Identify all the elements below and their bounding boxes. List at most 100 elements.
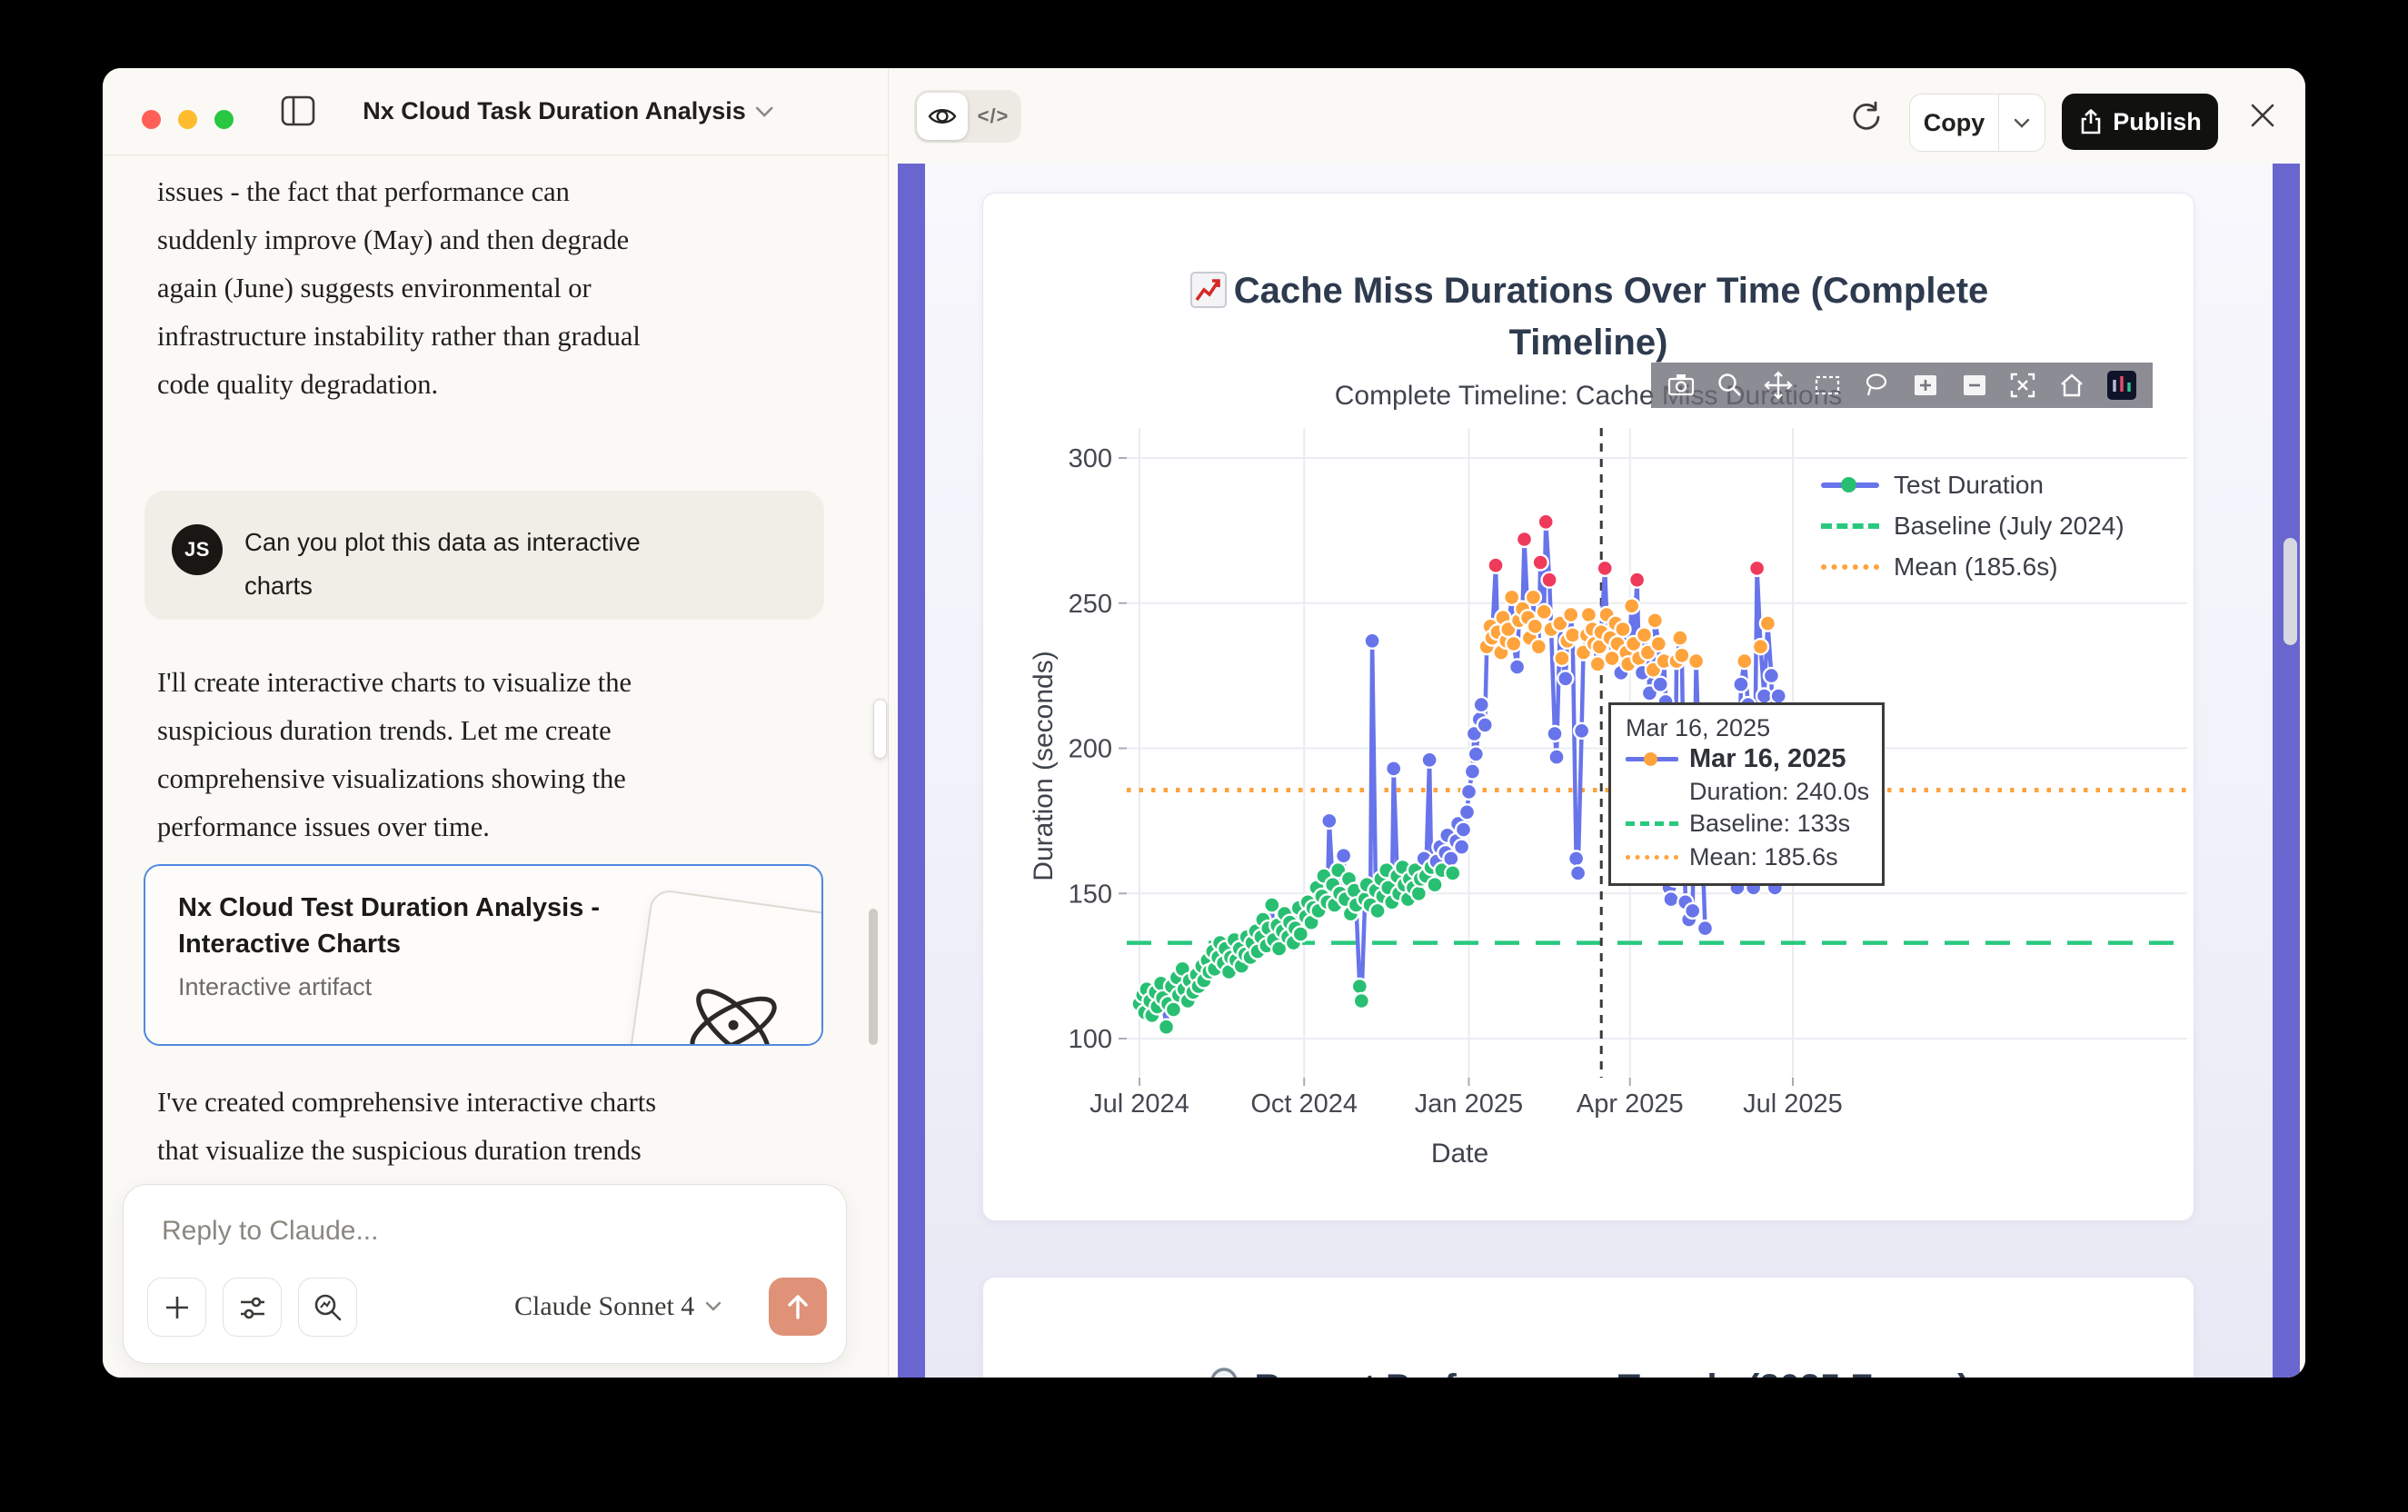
trends-card-title: Recent Performance Trends (2025 Focus) xyxy=(983,1310,2194,1378)
chat-scrollbar-thumb[interactable] xyxy=(869,909,878,1045)
legend-item-mean[interactable]: Mean (185.6s) xyxy=(1821,546,2124,587)
trends-card: Recent Performance Trends (2025 Focus) xyxy=(982,1277,2194,1378)
chat-titlebar: Nx Cloud Task Duration Analysis xyxy=(103,68,888,155)
model-name: Claude Sonnet 4 xyxy=(514,1291,694,1322)
svg-text:Apr 2025: Apr 2025 xyxy=(1577,1089,1684,1119)
svg-text:Jul 2025: Jul 2025 xyxy=(1743,1089,1843,1119)
svg-text:Duration (seconds): Duration (seconds) xyxy=(1029,651,1059,880)
reply-composer[interactable]: Reply to Claude... Claude Sonnet 4 xyxy=(123,1184,847,1364)
svg-text:250: 250 xyxy=(1069,590,1112,619)
svg-text:200: 200 xyxy=(1069,735,1112,764)
traffic-close-button[interactable] xyxy=(142,110,161,129)
legend-sample-line-dot xyxy=(1821,482,1879,488)
chart-legend: Test Duration Baseline (July 2024) Mean … xyxy=(1821,464,2124,587)
close-icon xyxy=(2248,101,2277,130)
app-window: Nx Cloud Task Duration Analysis issues -… xyxy=(103,68,2305,1378)
tooltip-date: Mar 16, 2025 xyxy=(1626,714,1882,742)
legend-sample-dash xyxy=(1821,523,1879,529)
assistant-paragraph: I'll create interactive charts to visual… xyxy=(157,659,811,851)
assistant-paragraph: that visualize the suspicious duration t… xyxy=(157,1127,811,1175)
research-button[interactable] xyxy=(298,1278,357,1337)
refresh-button[interactable] xyxy=(1848,99,1885,140)
panel-resize-handle[interactable] xyxy=(873,699,887,759)
artifact-card-title: Nx Cloud Test Duration Analysis - Intera… xyxy=(178,890,605,962)
legend-sample-dot xyxy=(1821,564,1879,570)
artifact-thumbnail xyxy=(614,888,823,1046)
tooltip-duration: Duration: 240.0s xyxy=(1689,778,1869,806)
tooltip-sample-mean xyxy=(1626,855,1678,860)
sidebar-toggle-icon[interactable] xyxy=(281,95,315,131)
assistant-paragraph: issues - the fact that performance can s… xyxy=(157,168,811,409)
chevron-down-icon xyxy=(755,106,773,117)
chart-tooltip: Mar 16, 2025 Mar 16, 2025 Duration: 240.… xyxy=(1608,702,1885,886)
arrow-up-icon xyxy=(784,1292,811,1321)
chevron-down-icon xyxy=(2014,118,2030,128)
svg-text:Date: Date xyxy=(1431,1139,1488,1169)
attach-button[interactable] xyxy=(147,1278,206,1337)
chart-increasing-icon xyxy=(1189,270,1229,310)
camera-icon[interactable] xyxy=(1666,370,1697,401)
zoom-in-icon[interactable] xyxy=(1910,370,1941,401)
share-icon xyxy=(2078,108,2104,135)
user-message-bubble: JS Can you plot this data as interactive… xyxy=(144,491,824,620)
code-icon: </> xyxy=(978,104,1010,128)
artifact-panel: </> Copy Publish xyxy=(889,68,2305,1378)
copy-label: Copy xyxy=(1910,109,1998,137)
user-message-text: Can you plot this data as interactive ch… xyxy=(244,521,790,608)
zoom-out-icon[interactable] xyxy=(1959,370,1990,401)
publish-button[interactable]: Publish xyxy=(2062,94,2218,150)
plotly-modebar xyxy=(1651,363,2153,408)
preview-tab[interactable] xyxy=(917,93,968,140)
chevron-down-icon xyxy=(705,1301,721,1311)
traffic-zoom-button[interactable] xyxy=(214,110,234,129)
box-select-icon[interactable] xyxy=(1812,370,1843,401)
reset-axes-icon[interactable] xyxy=(2056,370,2087,401)
legend-item-baseline[interactable]: Baseline (July 2024) xyxy=(1821,505,2124,546)
svg-text:Oct 2024: Oct 2024 xyxy=(1250,1089,1358,1119)
svg-text:Jul 2024: Jul 2024 xyxy=(1090,1089,1189,1119)
artifact-toolbar: </> Copy Publish xyxy=(889,68,2305,164)
preview-code-toggle: </> xyxy=(914,90,1021,143)
autoscale-icon[interactable] xyxy=(2007,370,2038,401)
artifact-card[interactable]: Nx Cloud Test Duration Analysis - Intera… xyxy=(144,864,823,1046)
composer-placeholder[interactable]: Reply to Claude... xyxy=(162,1216,378,1247)
artifact-viewport: Cache Miss Durations Over Time (Complete… xyxy=(898,164,2300,1378)
model-selector[interactable]: Claude Sonnet 4 xyxy=(514,1278,721,1335)
publish-label: Publish xyxy=(2113,108,2202,136)
refresh-icon xyxy=(1848,99,1885,135)
traffic-minimize-button[interactable] xyxy=(178,110,197,129)
tools-button[interactable] xyxy=(223,1278,282,1337)
artifact-scrollbar-thumb[interactable] xyxy=(2284,538,2297,645)
magnifier-trend-icon xyxy=(313,1292,343,1323)
tooltip-sample-duration xyxy=(1626,757,1678,761)
zoom-icon[interactable] xyxy=(1715,370,1746,401)
conversation-title-row[interactable]: Nx Cloud Task Duration Analysis xyxy=(363,68,773,154)
plus-icon xyxy=(163,1293,192,1322)
sliders-icon xyxy=(238,1293,267,1322)
conversation-title: Nx Cloud Task Duration Analysis xyxy=(363,97,746,125)
copy-dropdown[interactable] xyxy=(1998,94,2045,151)
copy-button[interactable]: Copy xyxy=(1909,94,2045,152)
svg-text:100: 100 xyxy=(1069,1025,1112,1054)
user-avatar: JS xyxy=(172,524,223,575)
code-tab[interactable]: </> xyxy=(968,93,1019,140)
legend-item-test-duration[interactable]: Test Duration xyxy=(1821,464,2124,505)
artifact-content-background: Cache Miss Durations Over Time (Complete… xyxy=(925,164,2273,1378)
eye-icon xyxy=(928,105,957,127)
close-artifact-button[interactable] xyxy=(2248,101,2277,134)
svg-text:Jan 2025: Jan 2025 xyxy=(1415,1089,1523,1119)
chat-panel: Nx Cloud Task Duration Analysis issues -… xyxy=(103,68,889,1378)
magnifier-icon xyxy=(1208,1366,1248,1378)
chart-card-title: Cache Miss Durations Over Time (Complete… xyxy=(983,214,2194,369)
plotly-logo-icon[interactable] xyxy=(2105,369,2138,402)
lasso-icon[interactable] xyxy=(1861,370,1892,401)
send-button[interactable] xyxy=(769,1278,827,1336)
pan-icon[interactable] xyxy=(1763,370,1794,401)
chart-card: Cache Miss Durations Over Time (Complete… xyxy=(982,193,2194,1221)
tooltip-sample-baseline xyxy=(1626,821,1678,826)
artifact-card-subtitle: Interactive artifact xyxy=(178,973,372,1001)
atom-icon xyxy=(672,963,795,1046)
assistant-paragraph: I've created comprehensive interactive c… xyxy=(157,1079,811,1127)
svg-text:300: 300 xyxy=(1069,444,1112,473)
svg-text:150: 150 xyxy=(1069,880,1112,909)
